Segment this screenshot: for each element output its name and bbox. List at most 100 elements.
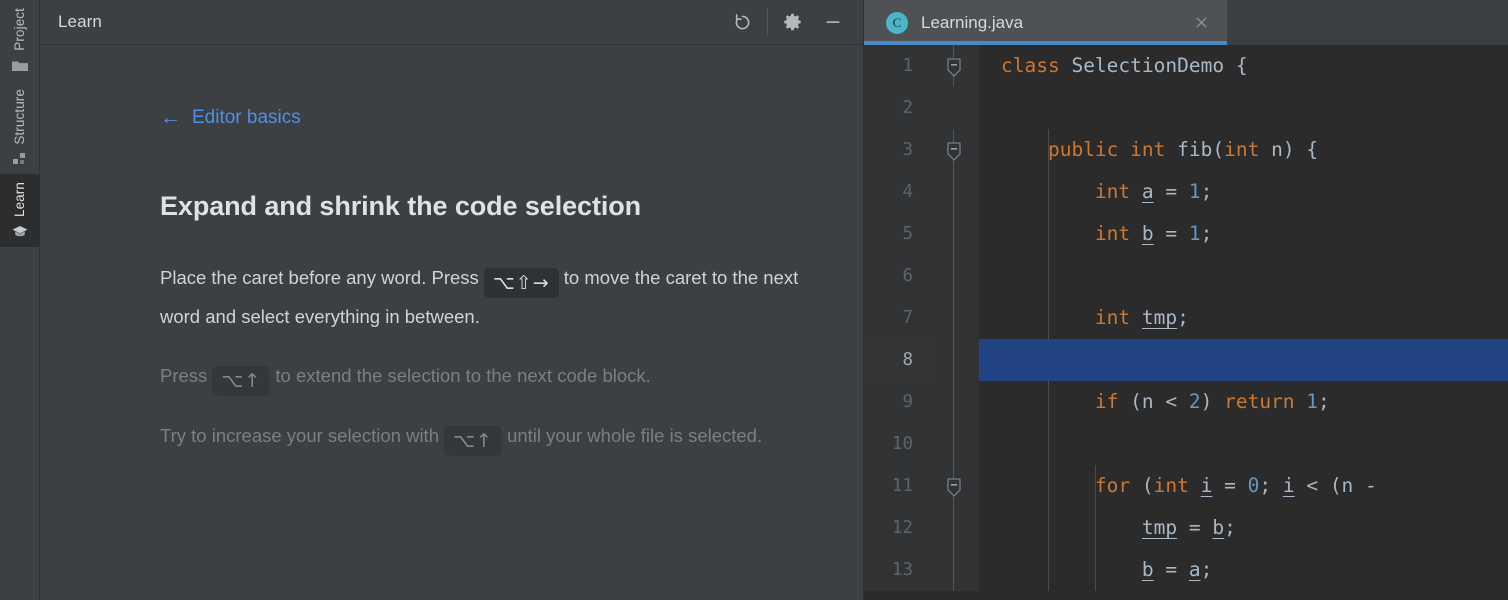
- back-to-module-link[interactable]: ← Editor basics: [160, 107, 301, 128]
- fold-gutter[interactable]: [929, 423, 979, 465]
- code-token: ;: [1224, 516, 1236, 539]
- code-line[interactable]: 13 b = a;: [864, 549, 1508, 591]
- line-number: 5: [864, 213, 929, 255]
- sidebar-item-project-label: Project: [13, 8, 27, 51]
- lesson-step-text: Press: [160, 365, 212, 386]
- sidebar-item-learn-label: Learn: [13, 182, 27, 217]
- editor-tab-learning-java[interactable]: C Learning.java: [864, 0, 1227, 45]
- fold-gutter[interactable]: [929, 171, 979, 213]
- code-line-text: tmp = b;: [979, 507, 1508, 549]
- sidebar-item-project[interactable]: Project: [0, 0, 40, 81]
- code-line[interactable]: 10: [864, 423, 1508, 465]
- code-token: =: [1177, 516, 1212, 539]
- fold-gutter[interactable]: [929, 255, 979, 297]
- fold-gutter[interactable]: [929, 87, 979, 129]
- code-token: public: [1048, 138, 1118, 161]
- fold-gutter[interactable]: [929, 507, 979, 549]
- fold-gutter[interactable]: [929, 549, 979, 591]
- code-token: return: [1224, 390, 1294, 413]
- fold-gutter[interactable]: [929, 129, 979, 171]
- code-token: int: [1095, 222, 1130, 245]
- code-token: 1: [1189, 222, 1201, 245]
- fold-gutter[interactable]: [929, 45, 979, 87]
- fold-gutter[interactable]: [929, 381, 979, 423]
- code-token: int: [1095, 180, 1130, 203]
- restart-icon: [732, 12, 753, 33]
- line-number: 1: [864, 45, 929, 87]
- code-line[interactable]: 6: [864, 255, 1508, 297]
- line-number: 11: [864, 465, 929, 507]
- code-token: [1165, 138, 1177, 161]
- code-line[interactable]: 9 if (n < 2) return 1;: [864, 381, 1508, 423]
- sidebar-item-learn[interactable]: Learn: [0, 174, 40, 247]
- editor-area: C Learning.java 1class SelectionDemo {23…: [863, 0, 1508, 600]
- fold-gutter[interactable]: [929, 465, 979, 507]
- code-line[interactable]: 12 tmp = b;: [864, 507, 1508, 549]
- code-token: b: [1212, 516, 1224, 539]
- folder-icon: [11, 57, 29, 75]
- lesson-step: Press ⌥↑ to extend the selection to the …: [160, 357, 820, 396]
- code-line[interactable]: 1class SelectionDemo {: [864, 45, 1508, 87]
- code-token: [1001, 306, 1095, 329]
- code-line[interactable]: 4 int a = 1;: [864, 171, 1508, 213]
- learn-panel-header: Learn: [40, 0, 863, 45]
- collapse-fold-icon[interactable]: [945, 473, 963, 497]
- code-token: class: [1001, 54, 1060, 77]
- code-line[interactable]: 8: [864, 339, 1508, 381]
- learn-header-actions: [722, 0, 853, 44]
- sidebar-item-structure[interactable]: Structure: [0, 81, 40, 175]
- code-token: =: [1212, 474, 1247, 497]
- code-line[interactable]: 5 int b = 1;: [864, 213, 1508, 255]
- code-token: b: [1142, 558, 1154, 581]
- code-token: if: [1095, 390, 1118, 413]
- code-token: [1130, 222, 1142, 245]
- code-token: ;: [1318, 390, 1330, 413]
- fold-region-line: [953, 381, 954, 423]
- fold-region-line: [953, 549, 954, 591]
- code-token: ;: [1177, 306, 1189, 329]
- java-class-icon: C: [886, 12, 908, 34]
- close-icon[interactable]: [1189, 11, 1213, 35]
- line-number: 8: [864, 339, 929, 381]
- keyboard-shortcut-badge: ⌥⇧→: [484, 268, 559, 298]
- settings-button[interactable]: [773, 0, 813, 45]
- lesson-content: ← Editor basics Expand and shrink the co…: [40, 45, 863, 600]
- code-line[interactable]: 11 for (int i = 0; i < (n -: [864, 465, 1508, 507]
- fold-gutter[interactable]: [929, 213, 979, 255]
- lesson-step: Place the caret before any word. Press ⌥…: [160, 259, 820, 336]
- code-line[interactable]: 3 public int fib(int n) {: [864, 129, 1508, 171]
- code-line-text: int tmp;: [979, 297, 1508, 339]
- editor-tab-bar: C Learning.java: [864, 0, 1508, 45]
- code-editor[interactable]: 1class SelectionDemo {23 public int fib(…: [864, 45, 1508, 600]
- code-token: 0: [1248, 474, 1260, 497]
- fold-gutter[interactable]: [929, 297, 979, 339]
- lesson-step-text: Try to increase your selection with: [160, 425, 444, 446]
- restart-lesson-button[interactable]: [722, 0, 762, 45]
- code-token: b: [1142, 222, 1154, 245]
- code-line-text: [979, 339, 1508, 381]
- back-arrow-icon: ←: [160, 107, 181, 128]
- code-token: [1001, 138, 1048, 161]
- code-token: ;: [1201, 558, 1213, 581]
- collapse-fold-icon[interactable]: [945, 137, 963, 161]
- code-token: i: [1201, 474, 1213, 497]
- code-token: (: [1130, 474, 1153, 497]
- code-token: =: [1154, 222, 1189, 245]
- code-token: SelectionDemo: [1071, 54, 1224, 77]
- code-line[interactable]: 7 int tmp;: [864, 297, 1508, 339]
- fold-region-line: [953, 339, 954, 381]
- minimize-button[interactable]: [813, 0, 853, 45]
- minimize-icon: [822, 11, 844, 33]
- line-number: 6: [864, 255, 929, 297]
- code-line-text: b = a;: [979, 549, 1508, 591]
- line-number: 9: [864, 381, 929, 423]
- line-number: 13: [864, 549, 929, 591]
- collapse-fold-icon[interactable]: [945, 53, 963, 77]
- fold-gutter[interactable]: [929, 339, 979, 381]
- fold-region-line: [953, 507, 954, 549]
- code-line-text: [979, 423, 1508, 465]
- line-number: 12: [864, 507, 929, 549]
- code-token: a: [1142, 180, 1154, 203]
- code-line-text: int b = 1;: [979, 213, 1508, 255]
- code-line[interactable]: 2: [864, 87, 1508, 129]
